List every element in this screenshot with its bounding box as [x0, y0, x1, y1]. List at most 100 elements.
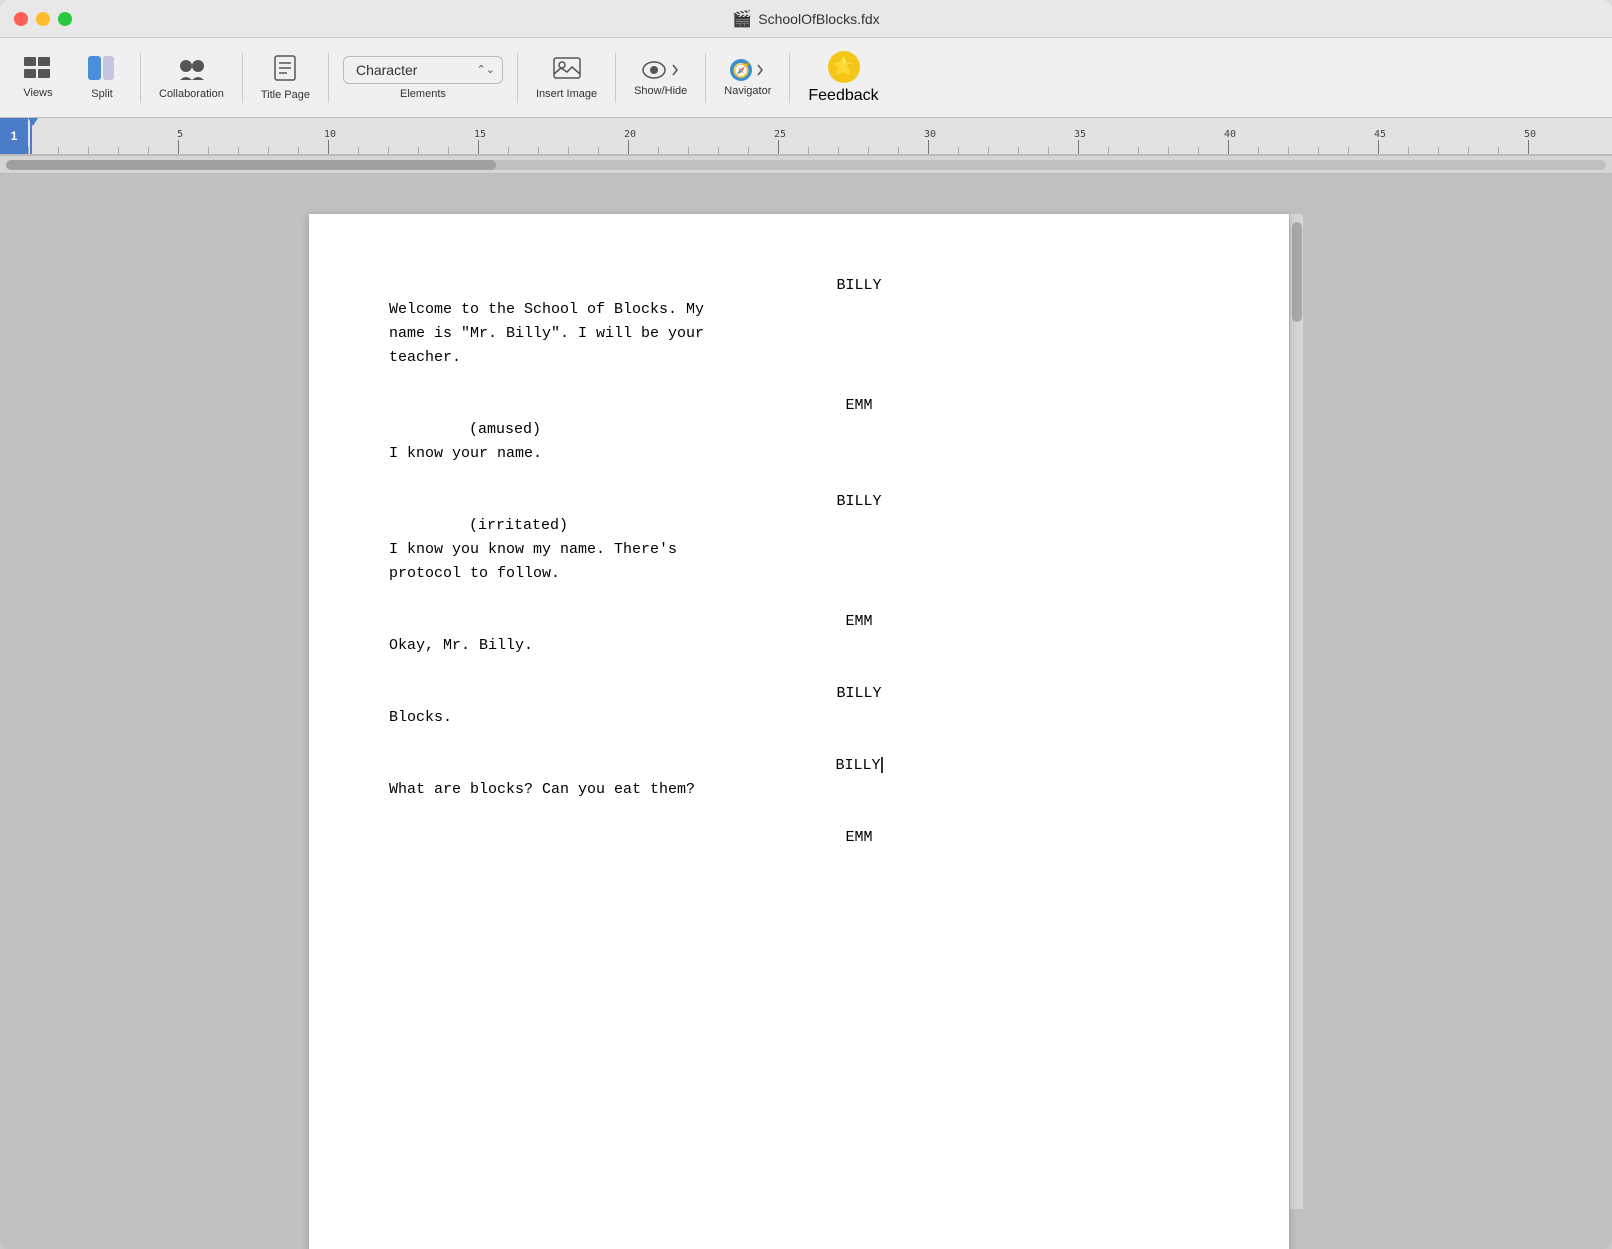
- ruler-tick: 30: [928, 140, 929, 154]
- parenthetical-amused: (amused): [469, 418, 1209, 442]
- ruler-tick: [748, 147, 749, 154]
- dialogue-billy-2: I know you know my name. There'sprotocol…: [389, 538, 909, 586]
- main-content: 1 5101520253035404550: [0, 118, 1612, 1249]
- title-bar: 🎬 SchoolOfBlocks.fdx: [0, 0, 1612, 38]
- ruler-label: 5: [170, 129, 190, 140]
- ruler-tick: [658, 147, 659, 154]
- insert-image-label: Insert Image: [536, 88, 597, 100]
- ruler-tick: [268, 147, 269, 154]
- ruler-number-1: 1: [11, 129, 18, 143]
- close-button[interactable]: [14, 12, 28, 26]
- v-scroll-thumb[interactable]: [1292, 222, 1302, 322]
- ruler-ticks-container: 5101520253035404550: [28, 118, 1612, 154]
- ruler-tick: [88, 147, 89, 154]
- collaboration-label: Collaboration: [159, 88, 224, 100]
- ruler-tick: 10: [328, 140, 329, 154]
- ruler-tick: [1348, 147, 1349, 154]
- ruler-tick: [508, 147, 509, 154]
- ruler-tick: 40: [1228, 140, 1229, 154]
- scroll-h-track: [6, 160, 1606, 170]
- maximize-button[interactable]: [58, 12, 72, 26]
- ruler-tick: [688, 147, 689, 154]
- toolbar-divider-1: [140, 53, 141, 103]
- ruler-tick: [568, 147, 569, 154]
- ruler-tick: [988, 147, 989, 154]
- ruler-tick: 15: [478, 140, 479, 154]
- editor-scroll[interactable]: BILLY Welcome to the School of Blocks. M…: [0, 174, 1612, 1249]
- ruler-tick: [1198, 147, 1199, 154]
- toolbar-divider-5: [615, 53, 616, 103]
- minimize-button[interactable]: [36, 12, 50, 26]
- ruler-tick: [118, 147, 119, 154]
- ruler-tick: [448, 147, 449, 154]
- toolbar-divider-7: [789, 53, 790, 103]
- ruler-tick: [1498, 147, 1499, 154]
- feedback-button[interactable]: ⭐ Feedback: [798, 45, 888, 111]
- screenplay-page[interactable]: BILLY Welcome to the School of Blocks. M…: [309, 214, 1289, 1249]
- character-name-emm-1: EMM: [509, 394, 1209, 418]
- insert-image-button[interactable]: Insert Image: [526, 50, 607, 106]
- elements-dropdown[interactable]: Action Scene Heading Character Parenthet…: [337, 52, 509, 104]
- dialogue-billy-4: What are blocks? Can you eat them?: [389, 778, 909, 802]
- ruler-label: 45: [1370, 129, 1390, 140]
- scene-block-3: BILLY (irritated) I know you know my nam…: [389, 490, 1209, 586]
- ruler-tick: [28, 147, 29, 154]
- ruler-ticks-area: 5101520253035404550: [28, 118, 1612, 154]
- ruler-tick: [208, 147, 209, 154]
- feedback-icon: ⭐: [828, 51, 860, 83]
- horizontal-scrollbar[interactable]: [0, 156, 1612, 174]
- ruler-tick: [838, 147, 839, 154]
- parenthetical-irritated: (irritated): [469, 514, 1209, 538]
- ruler-tick: [808, 147, 809, 154]
- editor-wrapper: 1 5101520253035404550: [0, 118, 1612, 1249]
- title-bar-text: 🎬 SchoolOfBlocks.fdx: [732, 9, 879, 29]
- navigator-button[interactable]: 🧭 Navigator: [714, 53, 781, 103]
- character-name-billy-1: BILLY: [509, 274, 1209, 298]
- ruler-tick: [238, 147, 239, 154]
- ruler-tick: [1318, 147, 1319, 154]
- ruler-tick: [418, 147, 419, 154]
- ruler-tick: [1108, 147, 1109, 154]
- character-name-emm-2: EMM: [509, 610, 1209, 634]
- ruler-label: 25: [770, 129, 790, 140]
- ruler-label: 10: [320, 129, 340, 140]
- scene-block-4: EMM Okay, Mr. Billy.: [389, 610, 1209, 658]
- ruler-start-marker: 1: [0, 118, 28, 154]
- insert-image-icon: [553, 56, 581, 84]
- title-page-label: Title Page: [261, 89, 310, 101]
- title-page-button[interactable]: Title Page: [251, 49, 320, 107]
- ruler-tick: [958, 147, 959, 154]
- scene-block-7: EMM: [389, 826, 1209, 850]
- file-icon: 🎬: [732, 9, 752, 29]
- ruler-tick: 5: [178, 140, 179, 154]
- character-name-billy-2: BILLY: [509, 490, 1209, 514]
- scene-block-2: EMM (amused) I know your name.: [389, 394, 1209, 466]
- ruler-label: 15: [470, 129, 490, 140]
- split-button[interactable]: Split: [72, 50, 132, 106]
- scene-block-5: BILLY Blocks.: [389, 682, 1209, 730]
- views-button[interactable]: Views: [8, 51, 68, 105]
- dialogue-emm-2: Okay, Mr. Billy.: [389, 634, 909, 658]
- app-window: 🎬 SchoolOfBlocks.fdx Views: [0, 0, 1612, 1249]
- toolbar-divider-3: [328, 53, 329, 103]
- ruler-tick: 50: [1528, 140, 1529, 154]
- views-label: Views: [23, 87, 52, 99]
- navigator-label: Navigator: [724, 85, 771, 97]
- window-title: SchoolOfBlocks.fdx: [758, 11, 879, 27]
- ruler-cursor-triangle: [28, 118, 38, 126]
- elements-select[interactable]: Action Scene Heading Character Parenthet…: [343, 56, 503, 84]
- ruler-label: 35: [1070, 129, 1090, 140]
- elements-label: Elements: [400, 88, 446, 100]
- ruler-tick: [898, 147, 899, 154]
- character-name-billy-3: BILLY: [509, 682, 1209, 706]
- split-label: Split: [91, 88, 112, 100]
- ruler-tick: [1408, 147, 1409, 154]
- ruler-tick: [148, 147, 149, 154]
- show-hide-icon: [642, 59, 680, 81]
- show-hide-button[interactable]: Show/Hide: [624, 53, 697, 103]
- scroll-h-thumb[interactable]: [6, 160, 496, 170]
- scene-block-1: BILLY Welcome to the School of Blocks. M…: [389, 274, 1209, 370]
- ruler-tick: [1468, 147, 1469, 154]
- vertical-scrollbar[interactable]: [1289, 214, 1303, 1209]
- collaboration-button[interactable]: Collaboration: [149, 50, 234, 106]
